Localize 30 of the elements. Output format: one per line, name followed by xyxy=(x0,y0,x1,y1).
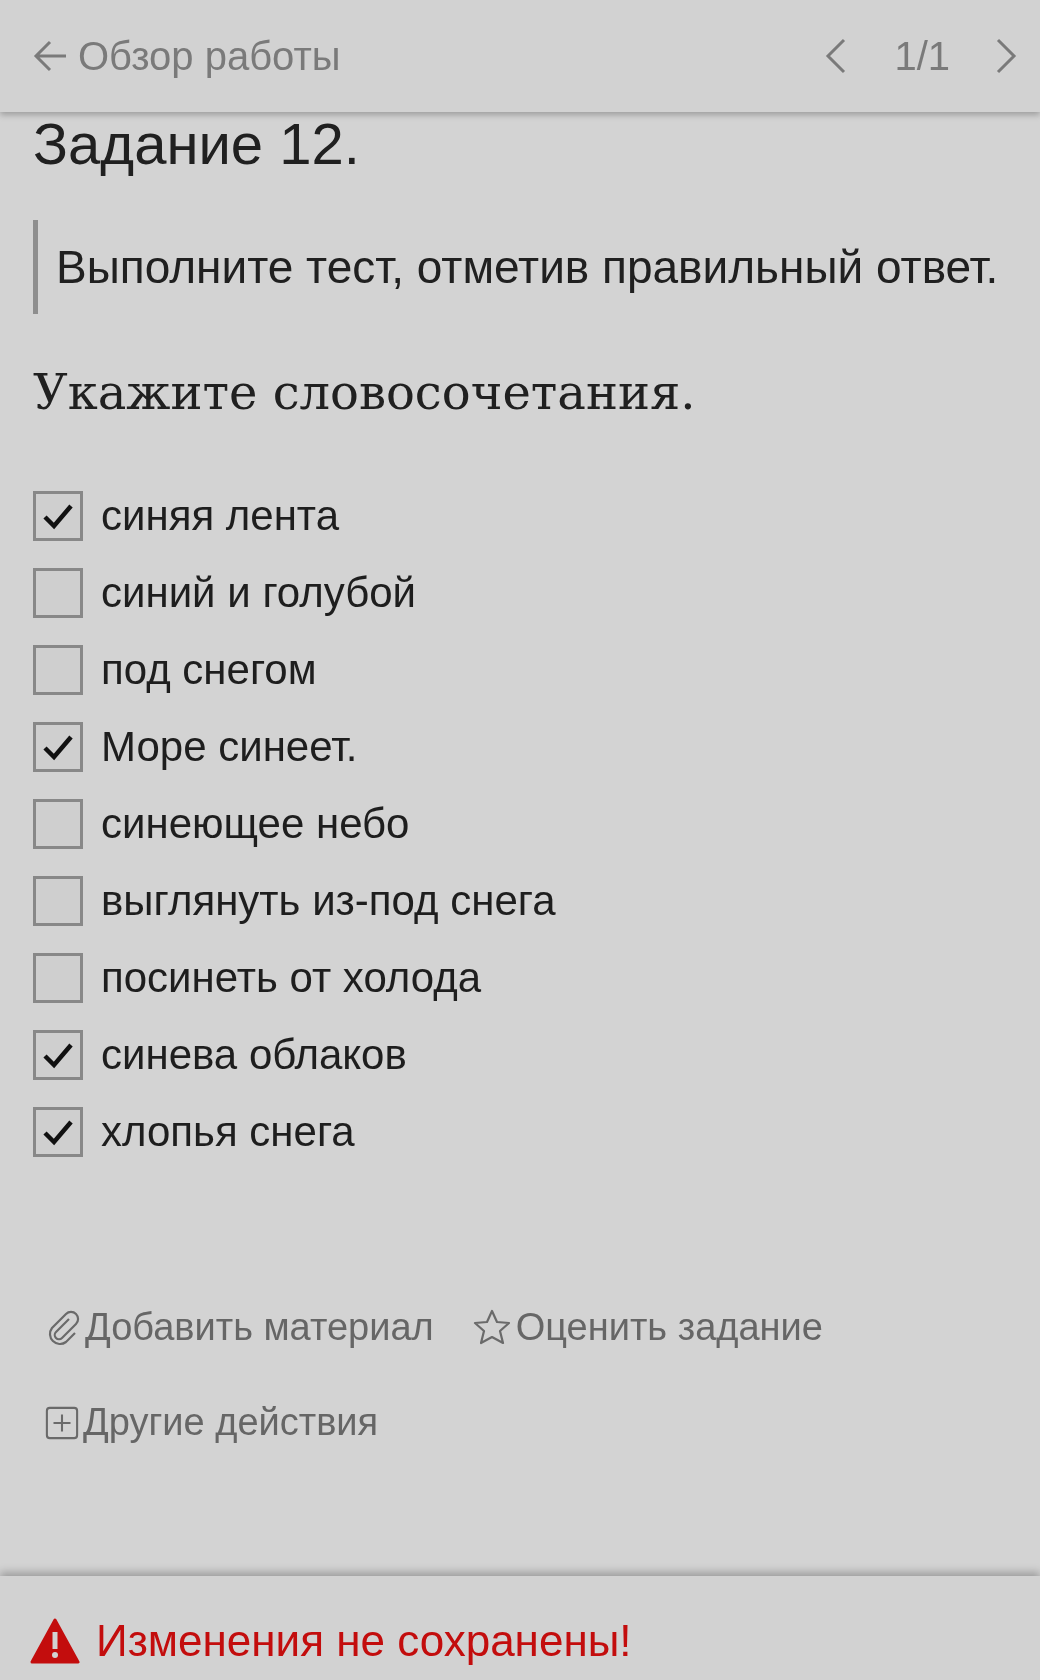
option-label[interactable]: синий и голубой xyxy=(101,569,417,617)
next-icon[interactable] xyxy=(994,36,1018,76)
option-label[interactable]: выглянуть из-под снега xyxy=(101,877,556,925)
instruction-quote: Выполните тест, отметив правильный ответ. xyxy=(33,220,1007,314)
checkbox[interactable] xyxy=(33,491,83,541)
checkbox[interactable] xyxy=(33,645,83,695)
checkbox[interactable] xyxy=(33,722,83,772)
warning-text: Изменения не сохранены! xyxy=(96,1616,632,1666)
option-label[interactable]: синеющее небо xyxy=(101,800,410,848)
task-title: Задание 12. xyxy=(33,112,361,176)
plus-box-icon[interactable] xyxy=(45,1405,79,1440)
checkbox[interactable] xyxy=(33,1030,83,1080)
checkbox[interactable] xyxy=(33,876,83,926)
checkbox[interactable] xyxy=(33,568,83,618)
warning-icon xyxy=(30,1618,80,1664)
checkbox[interactable] xyxy=(33,1107,83,1157)
option-label[interactable]: Море синеет. xyxy=(101,723,358,771)
option-label[interactable]: посинеть от холода xyxy=(101,954,482,1002)
action-link[interactable]: Другие действия xyxy=(83,1401,379,1444)
option-label[interactable]: под снегом xyxy=(101,646,317,694)
option-label[interactable]: хлопья снега xyxy=(101,1108,355,1156)
page-counter: 1/1 xyxy=(894,33,950,79)
checkbox[interactable] xyxy=(33,953,83,1003)
header-title: Обзор работы xyxy=(78,33,341,79)
option-label[interactable]: синяя лента xyxy=(101,492,339,540)
option-label[interactable]: синева облаков xyxy=(101,1031,407,1079)
checkbox[interactable] xyxy=(33,799,83,849)
action-link[interactable]: Оценить задание xyxy=(515,1306,823,1349)
action-link[interactable]: Добавить материал xyxy=(85,1306,434,1349)
question-text: Укажите словосочетания. xyxy=(33,364,697,420)
